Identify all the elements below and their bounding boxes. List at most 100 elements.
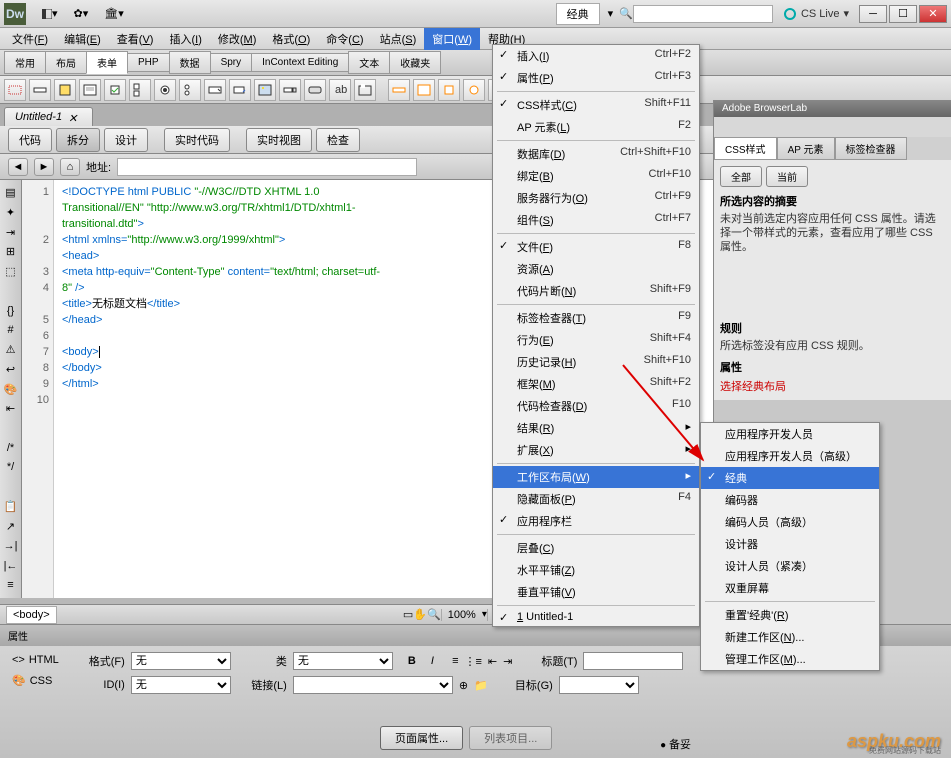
- textarea-icon[interactable]: [79, 79, 101, 101]
- menu-item-AP 元素[interactable]: AP 元素(L)F2: [493, 116, 699, 138]
- workspace-label[interactable]: 经典: [556, 3, 600, 25]
- view-btn-检查[interactable]: 检查: [316, 128, 360, 152]
- highlight-invalid-icon[interactable]: ⚠: [2, 342, 20, 358]
- outdent-btn-icon[interactable]: ⇤: [488, 655, 497, 668]
- button-icon[interactable]: [304, 79, 326, 101]
- menu-item-结果[interactable]: 结果(R)▸: [493, 417, 699, 439]
- open-docs-icon[interactable]: ▤: [2, 185, 20, 201]
- select-tool-icon[interactable]: ▭: [403, 608, 413, 621]
- balance-braces-icon[interactable]: {}: [2, 303, 20, 319]
- link-select[interactable]: [293, 676, 453, 694]
- menu-item-层叠[interactable]: 层叠(C): [493, 537, 699, 559]
- menu-编辑[interactable]: 编辑(E): [56, 28, 109, 50]
- remove-comment-icon[interactable]: */: [2, 460, 20, 476]
- maximize-button[interactable]: ☐: [889, 5, 917, 23]
- site-mgmt-icon[interactable]: 🏛▾: [98, 5, 130, 22]
- spry-textfield-icon[interactable]: [388, 79, 410, 101]
- insert-tab-3[interactable]: PHP: [127, 53, 170, 72]
- menu-命令[interactable]: 命令(C): [318, 28, 371, 50]
- menu-站点[interactable]: 站点(S): [372, 28, 425, 50]
- document-tab[interactable]: Untitled-1 ✕: [4, 107, 93, 126]
- title-input[interactable]: [583, 652, 683, 670]
- page-properties-button[interactable]: 页面属性...: [380, 726, 463, 750]
- jumpmenu-icon[interactable]: [229, 79, 251, 101]
- view-btn-代码[interactable]: 代码: [8, 128, 52, 152]
- insert-tab-1[interactable]: 布局: [45, 51, 87, 74]
- zoom-level[interactable]: 100%: [441, 609, 482, 621]
- form-icon[interactable]: [4, 79, 26, 101]
- close-tab-icon[interactable]: ✕: [68, 112, 78, 122]
- syntax-color-icon[interactable]: 🎨: [2, 381, 20, 397]
- submenu-item-管理工作区[interactable]: 管理工作区(M)...: [701, 648, 879, 670]
- view-btn-拆分[interactable]: 拆分: [56, 128, 100, 152]
- hidden-icon[interactable]: [54, 79, 76, 101]
- format-source-icon[interactable]: ≡: [2, 577, 20, 593]
- insert-tab-7[interactable]: 文本: [348, 51, 390, 74]
- spry-radio-icon[interactable]: [463, 79, 485, 101]
- menu-item-扩展[interactable]: 扩展(X)▸: [493, 439, 699, 461]
- menu-item-绑定[interactable]: 绑定(B)Ctrl+F10: [493, 165, 699, 187]
- menu-item-水平平铺[interactable]: 水平平铺(Z): [493, 559, 699, 581]
- search-input[interactable]: [633, 5, 773, 23]
- insert-tab-8[interactable]: 收藏夹: [389, 51, 441, 74]
- menu-item-代码片断[interactable]: 代码片断(N)Shift+F9: [493, 280, 699, 302]
- address-input[interactable]: [117, 158, 417, 176]
- bold-icon[interactable]: B: [408, 655, 416, 667]
- spry-textarea-icon[interactable]: [413, 79, 435, 101]
- menu-item-隐藏面板[interactable]: 隐藏面板(P)F4: [493, 488, 699, 510]
- ul-icon[interactable]: ≡: [452, 655, 458, 667]
- menu-item-1 Untitled-1[interactable]: ✓1 Untitled-1: [493, 608, 699, 626]
- layout-switcher-icon[interactable]: ▾: [36, 5, 64, 22]
- html-mode-button[interactable]: <> HTML: [6, 652, 65, 668]
- tag-selector[interactable]: <body>: [6, 606, 57, 624]
- menu-item-数据库[interactable]: 数据库(D)Ctrl+Shift+F10: [493, 143, 699, 165]
- minimize-button[interactable]: ─: [859, 5, 887, 23]
- view-btn-实时代码[interactable]: 实时代码: [164, 128, 230, 152]
- home-icon[interactable]: ⌂: [60, 158, 80, 176]
- class-select[interactable]: 无: [293, 652, 393, 670]
- menu-item-服务器行为[interactable]: 服务器行为(O)Ctrl+F9: [493, 187, 699, 209]
- checkboxgroup-icon[interactable]: [129, 79, 151, 101]
- menu-item-文件[interactable]: ✓文件(F)F8: [493, 236, 699, 258]
- id-select[interactable]: 无: [131, 676, 231, 694]
- menu-item-代码检查器[interactable]: 代码检查器(D)F10: [493, 395, 699, 417]
- menu-文件[interactable]: 文件(F): [4, 28, 56, 50]
- menu-item-行为[interactable]: 行为(E)Shift+F4: [493, 329, 699, 351]
- menu-item-资源[interactable]: 资源(A): [493, 258, 699, 280]
- select-parent-icon[interactable]: ⬚: [2, 264, 20, 280]
- view-btn-实时视图[interactable]: 实时视图: [246, 128, 312, 152]
- browse-folder-icon[interactable]: 📁: [474, 679, 488, 692]
- css-all-button[interactable]: 全部: [720, 166, 762, 187]
- label-icon[interactable]: abc: [329, 79, 351, 101]
- target-select[interactable]: [559, 676, 639, 694]
- submenu-item-双重屏幕[interactable]: 双重屏幕: [701, 577, 879, 599]
- select-icon[interactable]: [204, 79, 226, 101]
- browserlab-panel-header[interactable]: Adobe BrowserLab: [714, 100, 951, 117]
- menu-插入[interactable]: 插入(I): [161, 28, 209, 50]
- insert-tab-0[interactable]: 常用: [4, 51, 46, 74]
- css-panel-tab-1[interactable]: AP 元素: [777, 137, 835, 160]
- apply-comment-icon[interactable]: /*: [2, 440, 20, 456]
- submenu-item-新建工作区[interactable]: 新建工作区(N)...: [701, 626, 879, 648]
- menu-item-标签检查器[interactable]: 标签检查器(T)F9: [493, 307, 699, 329]
- back-button[interactable]: ◄: [8, 158, 28, 176]
- recent-snippets-icon[interactable]: 📋: [2, 499, 20, 515]
- filefield-icon[interactable]: [279, 79, 301, 101]
- menu-窗口[interactable]: 窗口(W): [424, 28, 480, 50]
- radio-icon[interactable]: [154, 79, 176, 101]
- submenu-item-设计器[interactable]: 设计器: [701, 533, 879, 555]
- indent-icon[interactable]: →|: [2, 538, 20, 554]
- move-css-icon[interactable]: ↗: [2, 518, 20, 534]
- menu-item-应用程序栏[interactable]: ✓应用程序栏: [493, 510, 699, 532]
- menu-修改[interactable]: 修改(M): [210, 28, 265, 50]
- zoom-tool-icon[interactable]: 🔍: [427, 608, 441, 621]
- ol-icon[interactable]: ⋮≡: [465, 655, 482, 668]
- indent-btn-icon[interactable]: ⇥: [503, 655, 512, 668]
- textfield-icon[interactable]: [29, 79, 51, 101]
- menu-格式[interactable]: 格式(O): [264, 28, 318, 50]
- close-button[interactable]: ✕: [919, 5, 947, 23]
- menu-item-插入[interactable]: ✓插入(I)Ctrl+F2: [493, 45, 699, 67]
- insert-tab-4[interactable]: 数据: [169, 51, 211, 74]
- point-to-file-icon[interactable]: ⊕: [459, 679, 468, 692]
- css-current-button[interactable]: 当前: [766, 166, 808, 187]
